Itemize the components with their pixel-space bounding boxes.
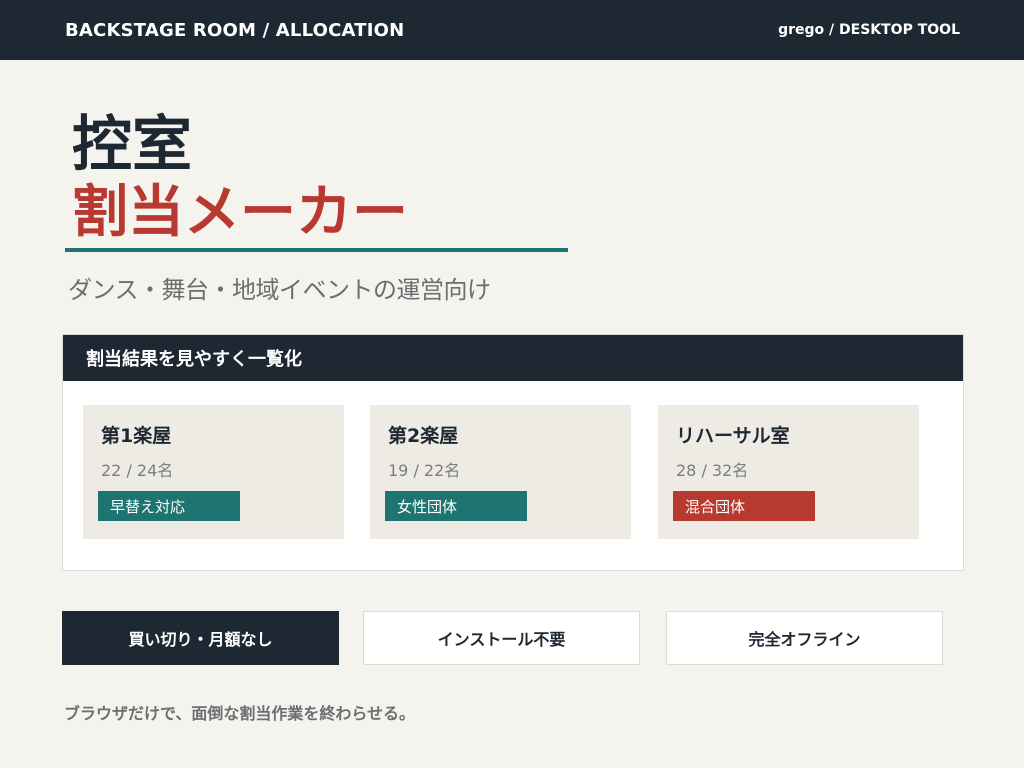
room-name: リハーサル室 — [676, 425, 790, 447]
tool-label: grego / DESKTOP TOOL — [778, 22, 960, 38]
feature-badge-offline[interactable]: 完全オフライン — [666, 611, 943, 665]
feature-badge-one-time-purchase[interactable]: 買い切り・月額なし — [62, 611, 339, 665]
hero-title: 控室 割当メーカー — [72, 110, 408, 246]
room-capacity: 19 / 22名 — [388, 461, 461, 480]
room-capacity: 28 / 32名 — [676, 461, 749, 480]
room-card[interactable]: 第2楽屋 19 / 22名 女性団体 — [370, 405, 631, 539]
panel-heading: 割当結果を見やすく一覧化 — [63, 335, 963, 381]
title-line-1: 控室 — [72, 110, 192, 180]
room-card[interactable]: 第1楽屋 22 / 24名 早替え対応 — [83, 405, 344, 539]
allocation-panel: 割当結果を見やすく一覧化 第1楽屋 22 / 24名 早替え対応 第2楽屋 19… — [62, 334, 964, 571]
room-capacity: 22 / 24名 — [101, 461, 174, 480]
room-name: 第2楽屋 — [388, 425, 459, 447]
app-title: BACKSTAGE ROOM / ALLOCATION — [65, 19, 405, 41]
title-line-2: 割当メーカー — [72, 180, 408, 245]
room-tag: 早替え対応 — [98, 491, 240, 521]
title-underline — [65, 248, 568, 252]
room-tag: 女性団体 — [385, 491, 527, 521]
room-card[interactable]: リハーサル室 28 / 32名 混合団体 — [658, 405, 919, 539]
room-tag: 混合団体 — [673, 491, 815, 521]
top-bar: BACKSTAGE ROOM / ALLOCATION grego / DESK… — [0, 0, 1024, 60]
room-name: 第1楽屋 — [101, 425, 172, 447]
tagline: ブラウザだけで、面倒な割当作業を終わらせる。 — [64, 704, 416, 723]
feature-badge-no-install[interactable]: インストール不要 — [363, 611, 640, 665]
hero-subtitle: ダンス・舞台・地域イベントの運営向け — [68, 276, 491, 304]
